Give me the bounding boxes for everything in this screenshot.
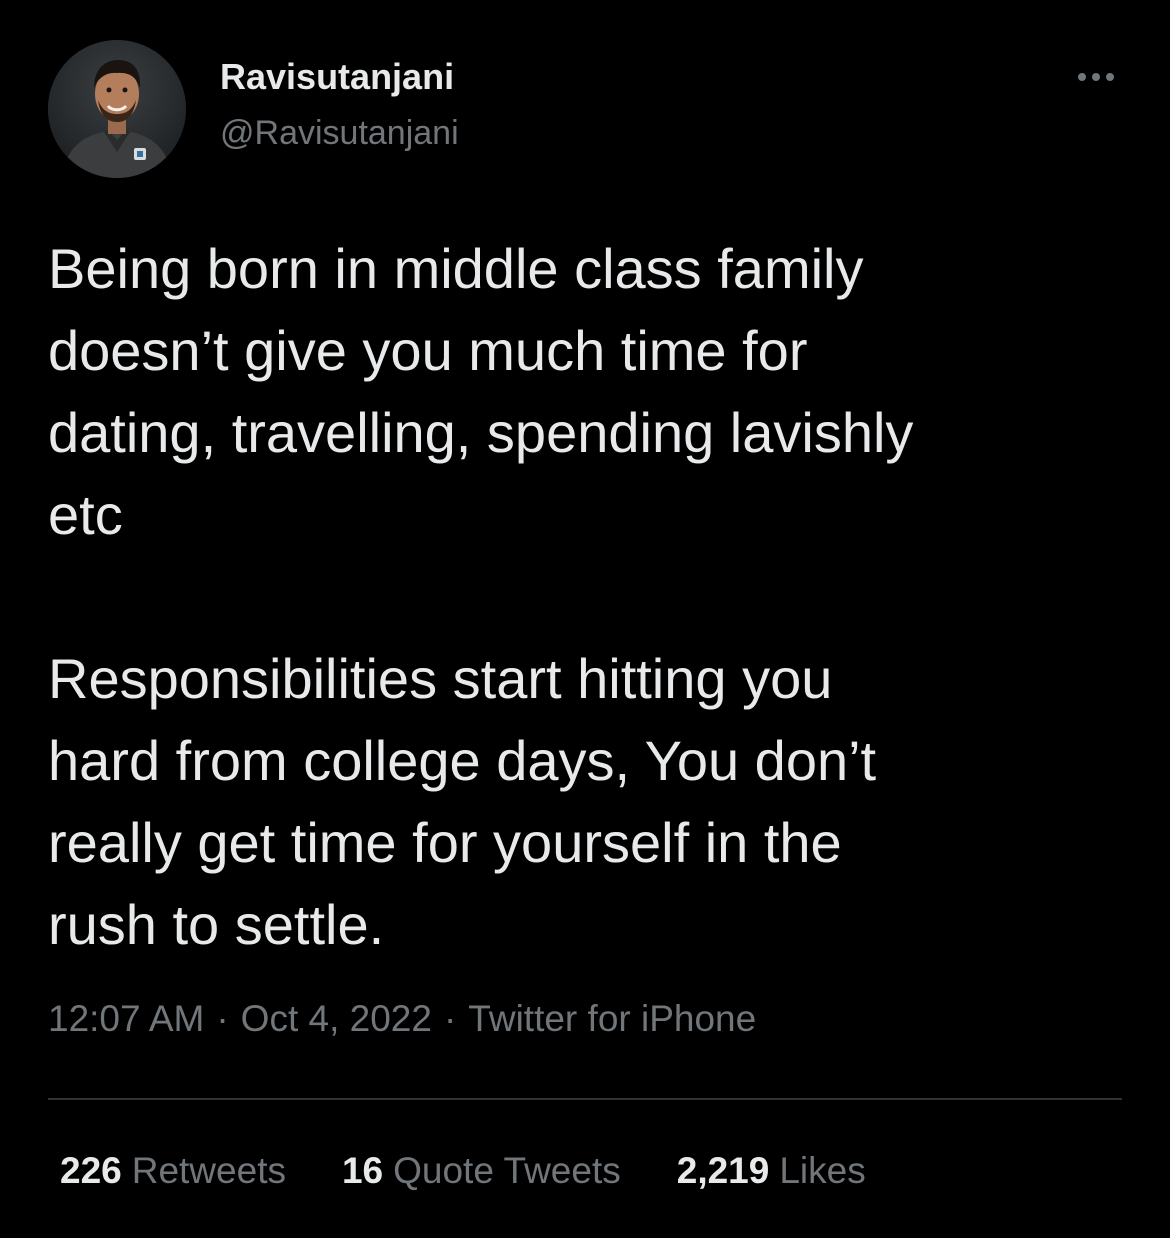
separator: · xyxy=(443,998,457,1039)
tweet-time[interactable]: 12:07 AM xyxy=(48,998,204,1039)
quote-tweets-label: Quote Tweets xyxy=(393,1150,621,1191)
tweet-source[interactable]: Twitter for iPhone xyxy=(468,998,756,1039)
tweet-detail: Ravisutanjani @Ravisutanjani Being born … xyxy=(0,0,1170,1238)
likes-stat[interactable]: 2,219 Likes xyxy=(677,1150,866,1192)
quote-tweets-stat[interactable]: 16 Quote Tweets xyxy=(342,1150,621,1192)
quote-tweets-count: 16 xyxy=(341,1150,384,1191)
avatar[interactable] xyxy=(48,40,186,178)
more-options-button[interactable] xyxy=(1068,60,1124,94)
likes-count: 2,219 xyxy=(676,1150,770,1191)
tweet-paragraph: Responsibilities start hitting you hard … xyxy=(48,647,877,956)
tweet-metadata: 12:07 AM · Oct 4, 2022 · Twitter for iPhone xyxy=(48,998,756,1040)
separator: · xyxy=(216,998,229,1039)
tweet-text: Being born in middle class family doesn’… xyxy=(48,228,1128,966)
tweet-date[interactable]: Oct 4, 2022 xyxy=(241,998,432,1039)
retweets-stat[interactable]: 226 Retweets xyxy=(60,1150,286,1192)
more-horizontal-icon xyxy=(1106,73,1114,81)
author-handle[interactable]: @Ravisutanjani xyxy=(220,114,459,153)
divider xyxy=(48,1098,1122,1100)
author-display-name[interactable]: Ravisutanjani xyxy=(220,56,454,98)
retweets-count: 226 xyxy=(60,1150,122,1191)
retweets-label: Retweets xyxy=(131,1150,286,1191)
avatar-image xyxy=(48,40,186,178)
tweet-paragraph: Being born in middle class family doesn’… xyxy=(48,237,914,546)
more-horizontal-icon xyxy=(1078,73,1086,81)
tweet-stats: 226 Retweets 16 Quote Tweets 2,219 Likes xyxy=(60,1150,866,1192)
more-horizontal-icon xyxy=(1092,73,1100,81)
likes-label: Likes xyxy=(779,1150,866,1191)
